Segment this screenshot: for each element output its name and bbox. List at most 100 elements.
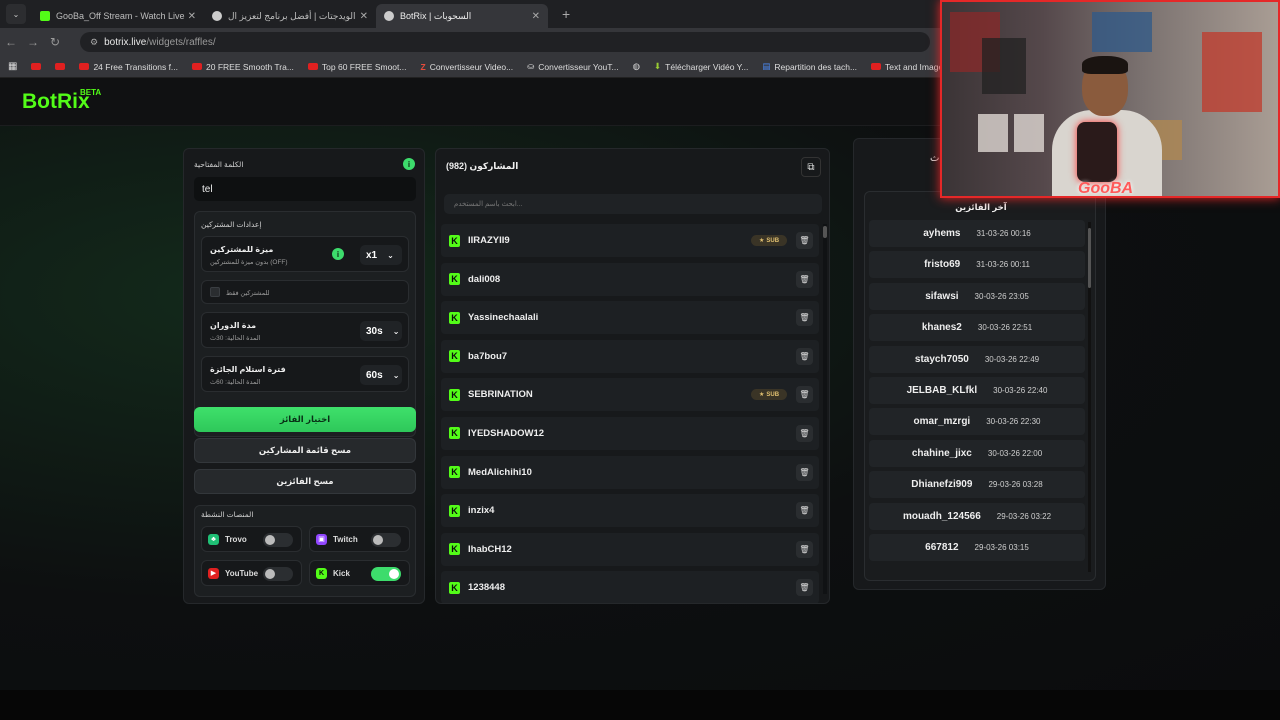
bookmark-item[interactable]: ⬇ Télécharger Vidéo Y...	[654, 61, 748, 72]
delete-participant-button[interactable]: 🗑	[796, 270, 813, 288]
participant-name: inzix4	[468, 505, 495, 517]
youtube-bookmark-icon[interactable]	[55, 63, 66, 70]
bookmark-label: 20 FREE Smooth Tra...	[206, 61, 294, 72]
winner-date: 31-03-26 00:11	[976, 260, 1030, 270]
browser-tab-1[interactable]: GooBa_Off Stream - Watch Live ✕	[32, 4, 204, 28]
bookmark-item[interactable]: ⛀ Convertisseur YouT...	[527, 61, 618, 72]
participant-search-input[interactable]: ابحث باسم المستخدم...	[444, 194, 822, 214]
sub-bonus-title: ميزة للمشتركين	[210, 245, 274, 254]
info-icon[interactable]: i	[332, 248, 344, 260]
winners-scrollbar[interactable]	[1088, 222, 1091, 572]
new-tab-button[interactable]: +	[562, 6, 570, 22]
platform-label: Twitch	[333, 534, 358, 544]
platforms-title: المنصات النشطة	[201, 510, 254, 519]
spin-duration-select[interactable]: 30s ⌄	[360, 321, 402, 341]
winner-date: 30-03-26 22:30	[986, 417, 1041, 427]
webcam-overlay-label: GooBA	[1078, 180, 1134, 197]
microphone	[1077, 122, 1117, 182]
botrix-logo[interactable]: BotRix BETA	[22, 88, 101, 114]
browser-tab-3[interactable]: BotRix | السحوبات ✕	[376, 4, 548, 28]
delete-participant-button[interactable]: 🗑	[796, 502, 813, 520]
back-icon[interactable]: ←	[0, 35, 22, 49]
bookmark-item[interactable]: 20 FREE Smooth Tra...	[192, 62, 294, 72]
clear-participants-button[interactable]: مسح قائمة المشاركين	[194, 438, 416, 463]
chevron-down-icon: ⌄	[392, 326, 400, 336]
close-tab-icon[interactable]: ✕	[360, 11, 368, 22]
copy-icon[interactable]: ⧉	[801, 157, 821, 177]
claim-period-select[interactable]: 60s ⌄	[360, 365, 402, 385]
winner-row: fristo69 31-03-26 00:11	[869, 251, 1085, 279]
delete-participant-button[interactable]: 🗑	[796, 579, 813, 597]
pick-winner-button[interactable]: اختيار الفائز	[194, 407, 416, 432]
participant-name: SEBRINATION	[468, 389, 533, 401]
browser-tab-2[interactable]: الويدجتات | أفضل برنامج لتعزيز ال ✕	[204, 4, 376, 28]
participants-scrollbar[interactable]	[823, 224, 827, 594]
youtube-icon	[871, 63, 882, 70]
subs-only-row[interactable]: للمشتركين فقط	[201, 280, 409, 304]
bookmark-item[interactable]: Top 60 FREE Smoot...	[307, 61, 407, 72]
delete-participant-button[interactable]: 🗑	[796, 386, 813, 404]
tab-title: BotRix | السحوبات	[400, 10, 472, 21]
last-winners: آخر الفائزين ayhems 31-03-26 00:16 fristo…	[864, 191, 1096, 581]
subscriber-settings: إعدادات المشتركين ميزة للمشتركين بدون مي…	[194, 211, 416, 437]
reload-icon[interactable]: ↻	[44, 35, 66, 49]
trovo-icon: ♣	[208, 533, 219, 545]
bottom-strip	[0, 690, 1280, 720]
participant-name: 1238448	[468, 582, 505, 594]
bookmark-item[interactable]: 24 Free Transitions f...	[79, 62, 178, 72]
participant-row: Kdali008 🗑	[441, 262, 819, 296]
delete-participant-button[interactable]: 🗑	[796, 347, 813, 365]
raffle-settings-panel: i الكلمة المفتاحية tel إعدادات المشتركين…	[183, 148, 425, 604]
download-icon: ⬇	[654, 61, 662, 71]
forward-icon[interactable]: →	[22, 35, 44, 49]
participant-list: K IIRAZYII9 ★ SUB 🗑 Kdali008 🗑 K Yassinechaala…	[441, 224, 819, 603]
info-icon[interactable]: i	[403, 158, 415, 170]
bookmark-item[interactable]: Z Convertisseur Video...	[420, 62, 513, 72]
participant-row: K Yassinechaalali 🗑	[441, 301, 819, 335]
twitch-icon: ▣	[316, 533, 327, 545]
sub-bonus-select[interactable]: x1 ⌄	[360, 245, 402, 265]
logo-badge: BETA	[80, 88, 102, 97]
trovo-toggle[interactable]	[263, 533, 293, 547]
apps-icon[interactable]: ▦	[8, 61, 17, 72]
youtube-toggle[interactable]	[263, 567, 293, 581]
platform-trovo: ♣ Trovo	[201, 526, 302, 552]
select-value: 60s	[366, 369, 383, 381]
platform-label: Trovo	[225, 534, 247, 544]
participant-name: ba7bou7	[468, 350, 508, 362]
winners-list: ayhems 31-03-26 00:16 fristo69 31-03-26 00…	[869, 220, 1085, 565]
bookmark-item[interactable]: ▤ Repartition des tach...	[762, 61, 857, 72]
kick-icon: K	[449, 311, 460, 324]
winner-name: fristo69	[924, 259, 961, 271]
site-info-icon[interactable]: ⚙	[90, 37, 98, 48]
kick-toggle[interactable]	[371, 567, 401, 581]
wall-poster	[1014, 114, 1044, 152]
spin-duration-row: مدة الدوران المدة الحالية: 30ث 30s ⌄	[201, 312, 409, 348]
tab-search-button[interactable]: ⌄	[6, 4, 26, 24]
twitch-toggle[interactable]	[371, 533, 401, 547]
claim-period-subtitle: المدة الحالية: 60ث	[210, 379, 261, 386]
bookmark-label: 24 Free Transitions f...	[93, 61, 179, 72]
participant-row: Kinzix4 🗑	[441, 494, 819, 528]
delete-participant-button[interactable]: 🗑	[796, 463, 813, 481]
subs-only-checkbox[interactable]	[210, 287, 220, 297]
bookmark-label: Convertisseur Video...	[429, 61, 514, 72]
winner-row: JELBAB_KLfkl 30-03-26 22:40	[869, 376, 1085, 404]
url-field[interactable]: ⚙ botrix.live/widgets/raffles/	[80, 32, 930, 52]
bookmark-item[interactable]: ◍	[633, 61, 640, 72]
bookmark-label: Top 60 FREE Smoot...	[321, 61, 407, 72]
bookmark-label: Repartition des tach...	[774, 61, 858, 72]
delete-participant-button[interactable]: 🗑	[796, 424, 813, 442]
winner-row: staych7050 30-03-26 22:49	[869, 345, 1085, 373]
winner-row: chahine_jixc 30-03-26 22:00	[869, 439, 1085, 467]
participant-row: Kba7bou7 🗑	[441, 339, 819, 373]
close-tab-icon[interactable]: ✕	[188, 11, 196, 22]
delete-participant-button[interactable]: 🗑	[796, 540, 813, 558]
close-tab-icon[interactable]: ✕	[532, 11, 540, 22]
delete-participant-button[interactable]: 🗑	[796, 309, 813, 327]
delete-participant-button[interactable]: 🗑	[796, 232, 813, 249]
clear-winners-button[interactable]: مسح الفائزين	[194, 469, 416, 494]
youtube-bookmark-icon[interactable]	[31, 63, 42, 70]
participant-name: dali008	[468, 273, 501, 285]
keyword-input[interactable]: tel	[194, 177, 416, 201]
